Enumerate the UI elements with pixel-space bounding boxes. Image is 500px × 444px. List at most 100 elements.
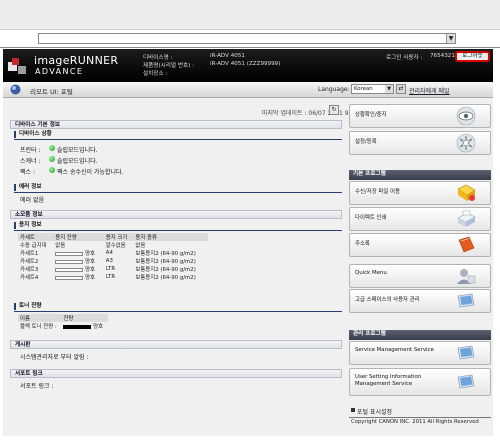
section-device-basic: 디바이스 기본 정보 <box>10 120 342 129</box>
table-cell: 양호 <box>61 322 108 330</box>
table-cell: 보통용지2 (64-90 g/m2) <box>135 251 196 257</box>
scanner-status: 슬립모드입니다. <box>57 158 98 165</box>
table-row: 카세트2 양호 A3 보통용지2 (64-90 g/m2) <box>18 257 208 265</box>
fax-status: 팩스 송수신이 가능합니다. <box>57 169 124 176</box>
portal-display-settings-link[interactable]: 포털 표시설정 <box>357 407 392 416</box>
printer-label: 프린터 : <box>20 147 41 154</box>
paper-table: 카세트 용지 잔량 용지 크기 용지 종류 수동 급지대 없음 알수없음 없음 … <box>18 233 208 281</box>
toner-level-text: 양호 <box>93 324 104 330</box>
table-cell: 양호 <box>53 257 103 265</box>
table-header-cell: 이름 <box>18 314 62 322</box>
login-user-label: 로그인 사용자 : <box>386 55 423 61</box>
monitor-icon <box>457 293 475 308</box>
toner-name: 블랙 토너 잔량 : <box>20 324 57 330</box>
device-name-label: 디바이스명 : <box>143 55 173 61</box>
table-cell: 카세트2 <box>20 259 39 265</box>
user-icon <box>457 269 476 284</box>
page-title: 리모트 UI: 포털 <box>30 88 73 96</box>
product-value: iR-ADV 4051 (ZZZ99999) <box>210 61 281 67</box>
address-book-label: 주소록 <box>355 241 370 247</box>
table-cell: A3 <box>105 258 113 264</box>
section-consumables: 소모품 정보 <box>10 210 342 219</box>
printer-icon <box>457 210 476 227</box>
toner-table: 이름 잔량 블랙 토너 잔량 : 양호 <box>18 314 108 330</box>
table-cell: LTR <box>105 266 116 272</box>
table-cell: 양호 <box>53 265 103 273</box>
table-cell: 보통용지2 (64-90 g/m2) <box>135 275 196 281</box>
table-header-row: 이름 잔량 <box>18 314 108 322</box>
table-cell: LTR <box>105 274 116 280</box>
address-book-icon <box>458 236 475 253</box>
divider <box>14 192 342 193</box>
table-header-cell: 용지 잔량 <box>53 233 104 241</box>
admin-programs-heading: 관리 프로그램 <box>349 330 491 340</box>
user-setting-management-label: User Setting Information Management Serv… <box>355 374 422 387</box>
table-cell: 양호 <box>53 273 103 281</box>
error-value: 에러 없음 <box>20 197 44 204</box>
stored-files-label: 수신/저장 파일 이용 <box>355 189 400 195</box>
section-board: 게시판 <box>10 340 342 349</box>
mail-admin-link[interactable]: 관리자에게 메일 <box>409 86 450 95</box>
advanced-space-users-label: 고급 스페이스의 사용자 관리 <box>355 297 420 303</box>
monitor-icon <box>457 345 475 360</box>
table-header-cell: 용지 크기 <box>103 233 134 241</box>
toner-heading: 토너 잔량 <box>14 303 42 310</box>
paper-level-bar <box>55 267 84 272</box>
service-management-label: Service Management Service <box>355 347 434 353</box>
status-ok-icon <box>49 145 55 151</box>
table-header-row: 카세트 용지 잔량 용지 크기 용지 종류 <box>18 233 208 241</box>
table-cell: 카세트4 <box>20 275 39 281</box>
folder-icon <box>457 184 476 201</box>
refresh-icon[interactable]: ↻ <box>329 105 339 115</box>
brand-name: imageRUNNER <box>34 54 119 67</box>
table-cell: 수동 급지대 <box>20 243 47 249</box>
status-ok-icon <box>49 167 55 173</box>
canon-logo-icon <box>8 58 26 74</box>
switch-language-icon[interactable]: ⇄ <box>396 84 406 94</box>
section-support: 서포트 링크 <box>10 369 342 378</box>
divider <box>14 311 342 312</box>
scanner-label: 스캐너 : <box>20 158 41 165</box>
divider <box>14 139 342 140</box>
table-row: 카세트3 양호 LTR 보통용지2 (64-90 g/m2) <box>18 265 208 273</box>
frame-divider <box>0 47 500 48</box>
address-dropdown-icon[interactable]: ▼ <box>446 34 455 43</box>
direct-print-label: 다이렉트 인쇄 <box>355 215 387 221</box>
table-cell: 양호 <box>53 249 103 257</box>
paper-level-bar <box>55 251 84 256</box>
table-row: 블랙 토너 잔량 : 양호 <box>18 322 108 330</box>
table-row: 수동 급지대 없음 알수없음 없음 <box>18 241 208 249</box>
device-name-value: iR-ADV 4051 <box>210 53 245 59</box>
table-cell: 알수없음 <box>105 243 126 249</box>
browser-toolbar <box>0 0 500 30</box>
basic-programs-heading: 기본 프로그램 <box>349 170 491 180</box>
product-label: 제품명(시리얼 번호) : <box>143 63 194 69</box>
toner-level-bar <box>63 324 92 329</box>
table-row: 카세트1 양호 A4 보통용지2 (64-90 g/m2) <box>18 249 208 257</box>
board-text: 시스템관리자로 부터 알림 : <box>20 354 89 361</box>
status-monitor-label: 상황확인/중지 <box>355 112 387 118</box>
settings-label: 설정/등록 <box>355 139 377 145</box>
table-cell: 카세트3 <box>20 267 39 273</box>
table-header-cell: 잔량 <box>61 314 108 322</box>
table-cell: 카세트1 <box>20 251 39 257</box>
device-status-heading: 디바이스 상황 <box>14 131 52 138</box>
paper-level-text: 양호 <box>85 275 95 281</box>
paper-level-bar <box>55 259 84 264</box>
table-header-cell: 용지 종류 <box>133 233 208 241</box>
portal-home-icon <box>10 84 21 95</box>
table-row: 카세트4 양호 LTR 보통용지2 (64-90 g/m2) <box>18 273 208 281</box>
paper-info-heading: 용지 정보 <box>14 222 42 229</box>
chevron-down-icon[interactable]: ▼ <box>385 85 393 93</box>
table-cell: 보통용지2 (64-90 g/m2) <box>135 259 196 265</box>
gear-icon <box>456 133 476 153</box>
eye-icon <box>456 106 476 126</box>
divider <box>14 230 342 231</box>
table-cell: A4 <box>105 250 113 256</box>
brand-subtitle: ADVANCE <box>35 67 84 76</box>
language-label: Language: <box>318 86 350 93</box>
login-user-value: 7654321 <box>430 53 455 59</box>
address-bar[interactable] <box>38 33 456 44</box>
logout-button[interactable]: 로그아웃 <box>455 51 490 62</box>
table-cell: 없음 <box>135 243 146 249</box>
